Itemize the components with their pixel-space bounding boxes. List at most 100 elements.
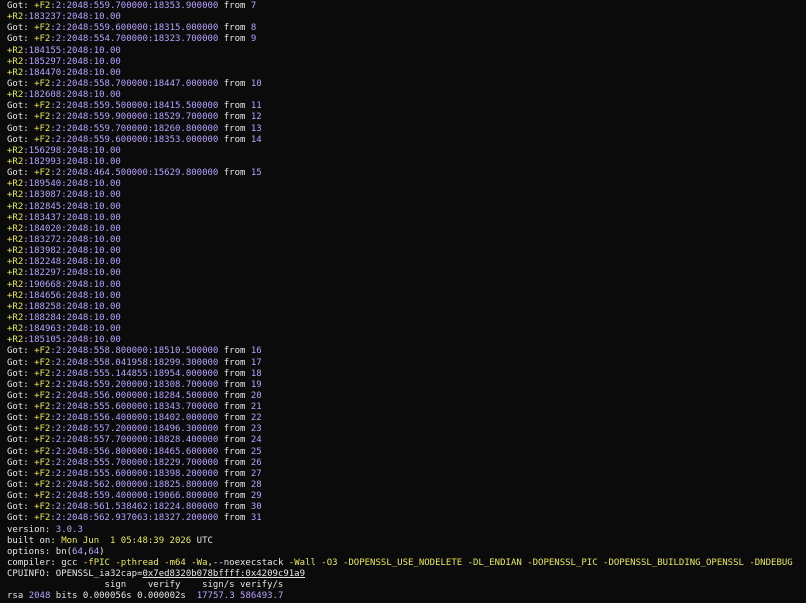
terminal-line: Got: +F2:2:2048:562.000000:18825.800000 … [7, 480, 806, 491]
terminal-text: :188284:2048:10.00 [23, 312, 121, 323]
terminal-line: +R2:189540:2048:10.00 [7, 179, 806, 190]
terminal-text: 21 [250, 402, 262, 413]
terminal-text: :2:2048:559.200000:18308.700000 [50, 379, 219, 390]
terminal-line: +R2:183437:2048:10.00 [7, 213, 806, 224]
terminal-line: +R2:182248:2048:10.00 [7, 257, 806, 268]
terminal-text: :2:2048:562.000000:18825.800000 [50, 480, 219, 491]
terminal-text: 22 [250, 413, 262, 424]
terminal-text: 3.0.3 [55, 524, 83, 535]
terminal-text: :185105:2048:10.00 [23, 335, 121, 346]
terminal-text: :184020:2048:10.00 [23, 223, 121, 234]
terminal-text: 64 [72, 546, 83, 557]
terminal-text: from [218, 357, 251, 368]
terminal-text: :2:2048:555.600000:18343.700000 [50, 402, 219, 413]
terminal-text: 31 [250, 513, 262, 524]
terminal-text: +R2 [7, 335, 24, 346]
terminal-line: Got: +F2:2:2048:559.900000:18529.700000 … [7, 112, 806, 123]
terminal-text: :184155:2048:10.00 [23, 45, 121, 56]
terminal-text: 15 [250, 168, 262, 179]
terminal-text: Got: [7, 168, 35, 179]
terminal-line: +R2:184470:2048:10.00 [7, 68, 806, 79]
terminal-text: 28 [250, 480, 262, 491]
terminal-text: from [218, 413, 251, 424]
terminal-text: 29 [250, 491, 262, 502]
terminal-text: 25 [250, 446, 262, 457]
terminal-line: Got: +F2:2:2048:559.500000:18415.500000 … [7, 101, 806, 112]
terminal-text: :2:2048:555.600000:18398.200000 [50, 468, 219, 479]
terminal-line: +R2:185297:2048:10.00 [7, 57, 806, 68]
terminal-text: Got: [7, 513, 35, 524]
terminal-text: :2:2048:559.400000:19066.800000 [50, 491, 219, 502]
terminal-text: +R2 [7, 190, 24, 201]
terminal-text: +F2 [34, 502, 51, 513]
terminal-text: :2:2048:558.800000:18510.500000 [50, 346, 219, 357]
terminal-text: +R2 [7, 290, 24, 301]
terminal-text: bn( [55, 546, 73, 557]
terminal-line: Got: +F2:2:2048:558.041958:18299.300000 … [7, 358, 806, 369]
terminal-text: :2:2048:559.600000:18315.000000 [50, 23, 219, 34]
terminal-text: 30 [250, 502, 262, 513]
terminal-text: :184470:2048:10.00 [23, 67, 121, 78]
terminal-line: Got: +F2:2:2048:559.400000:19066.800000 … [7, 491, 806, 502]
terminal-text: :2:2048:559.700000:18353.900000 [50, 1, 219, 11]
terminal-text: 0x7ed8320b078bffff:0x4209c91a9 [142, 569, 306, 580]
terminal-text: Got: [7, 23, 35, 34]
terminal-text: from [218, 480, 251, 491]
terminal-text: from [218, 402, 251, 413]
terminal-text: +F2 [34, 346, 51, 357]
terminal-text: +F2 [34, 435, 51, 446]
terminal-text: +F2 [34, 413, 51, 424]
terminal-text: :2:2048:556.000000:18284.500000 [50, 390, 219, 401]
terminal-text: +F2 [34, 357, 51, 368]
terminal-text: 12 [250, 112, 262, 123]
terminal-text: Got: [7, 78, 35, 89]
terminal-line: Got: +F2:2:2048:555.600000:18343.700000 … [7, 402, 806, 413]
terminal-text: :182608:2048:10.00 [23, 90, 121, 101]
terminal-text: +R2 [7, 45, 24, 56]
terminal-text: from [218, 168, 251, 179]
terminal-text: 27 [250, 468, 262, 479]
terminal-text: :2:2048:559.500000:18415.500000 [50, 101, 219, 112]
terminal-text: +F2 [34, 468, 51, 479]
terminal-text: 20 [250, 390, 262, 401]
terminal-line: Got: +F2:2:2048:558.800000:18510.500000 … [7, 346, 806, 357]
terminal-text: Got: [7, 34, 35, 45]
terminal-text: -fPIC -pthread -m64 -Wa, [82, 558, 213, 569]
terminal-text: +R2 [7, 301, 24, 312]
terminal-text: rsa [7, 591, 29, 602]
terminal-text: :2:2048:554.700000:18323.700000 [50, 34, 219, 45]
terminal-text: +F2 [34, 368, 51, 379]
terminal-text: :183272:2048:10.00 [23, 234, 121, 245]
terminal-text: +R2 [7, 201, 24, 212]
terminal-text: +F2 [34, 390, 51, 401]
terminal-text: 26 [250, 457, 262, 468]
terminal-text: :2:2048:557.700000:18828.400000 [50, 435, 219, 446]
terminal-text: +R2 [7, 268, 24, 279]
terminal-text: from [218, 1, 251, 11]
terminal-text: 19 [250, 379, 262, 390]
terminal-line: compiler: gcc -fPIC -pthread -m64 -Wa,--… [7, 558, 806, 569]
terminal-line: Got: +F2:2:2048:555.600000:18398.200000 … [7, 469, 806, 480]
terminal-line: +R2:190668:2048:10.00 [7, 280, 806, 291]
terminal-line: Got: +F2:2:2048:554.700000:18323.700000 … [7, 34, 806, 45]
terminal-text: +R2 [7, 56, 24, 67]
terminal-text: +R2 [7, 212, 24, 223]
terminal-text: Got: [7, 446, 35, 457]
terminal-text: sign verify sign/s verify/s [7, 580, 284, 591]
terminal-text: +F2 [34, 402, 51, 413]
terminal-line: +R2:184656:2048:10.00 [7, 291, 806, 302]
terminal-text: from [218, 78, 251, 89]
terminal-text: :2:2048:559.700000:18260.800000 [50, 123, 219, 134]
terminal-text: :189540:2048:10.00 [23, 179, 121, 190]
terminal-line: Got: +F2:2:2048:562.937063:18327.200000 … [7, 513, 806, 524]
terminal-line: Got: +F2:2:2048:559.700000:18260.800000 … [7, 124, 806, 135]
terminal-text: from [218, 513, 251, 524]
terminal-line: Got: +F2:2:2048:561.538462:18224.800000 … [7, 502, 806, 513]
terminal-text: :2:2048:561.538462:18224.800000 [50, 502, 219, 513]
terminal-text: bits 0.000056s 0.000002s [50, 591, 197, 602]
terminal-line: +R2:185105:2048:10.00 [7, 335, 806, 346]
terminal-text: 23 [250, 424, 262, 435]
terminal-text: 11 [250, 101, 262, 112]
terminal-line: +R2:184020:2048:10.00 [7, 224, 806, 235]
terminal-text: options: [7, 546, 56, 557]
